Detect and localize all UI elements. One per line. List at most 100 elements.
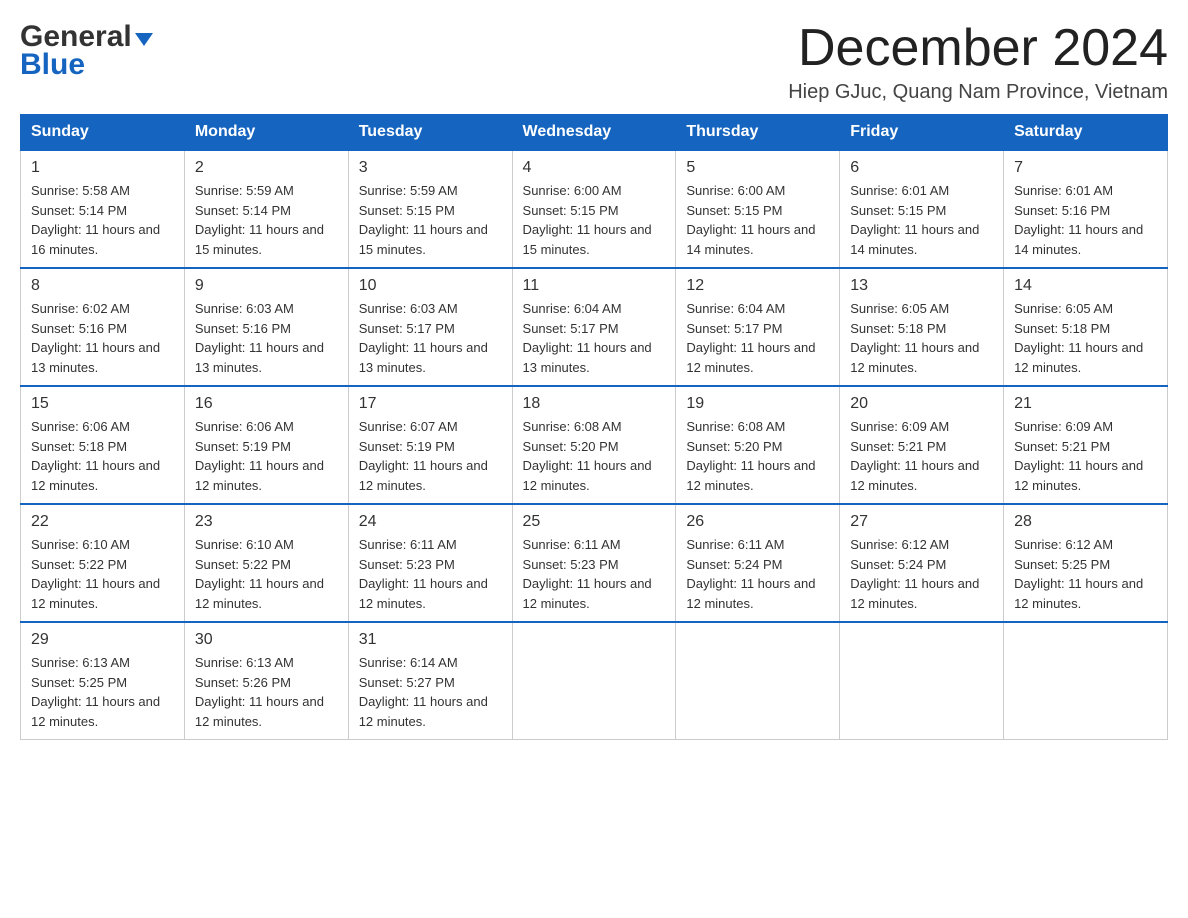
table-row: 4 Sunrise: 6:00 AM Sunset: 5:15 PM Dayli…: [512, 150, 676, 268]
day-info: Sunrise: 6:06 AM Sunset: 5:18 PM Dayligh…: [31, 417, 174, 495]
day-info: Sunrise: 6:03 AM Sunset: 5:16 PM Dayligh…: [195, 299, 338, 377]
header-thursday: Thursday: [676, 115, 840, 151]
day-number: 22: [31, 513, 174, 531]
table-row: [840, 622, 1004, 740]
day-number: 8: [31, 277, 174, 295]
day-number: 30: [195, 631, 338, 649]
day-info: Sunrise: 5:59 AM Sunset: 5:15 PM Dayligh…: [359, 181, 502, 259]
table-row: 15 Sunrise: 6:06 AM Sunset: 5:18 PM Dayl…: [21, 386, 185, 504]
day-number: 2: [195, 159, 338, 177]
table-row: 19 Sunrise: 6:08 AM Sunset: 5:20 PM Dayl…: [676, 386, 840, 504]
day-info: Sunrise: 6:08 AM Sunset: 5:20 PM Dayligh…: [686, 417, 829, 495]
table-row: 26 Sunrise: 6:11 AM Sunset: 5:24 PM Dayl…: [676, 504, 840, 622]
header-wednesday: Wednesday: [512, 115, 676, 151]
table-row: 23 Sunrise: 6:10 AM Sunset: 5:22 PM Dayl…: [184, 504, 348, 622]
day-number: 27: [850, 513, 993, 531]
table-row: 24 Sunrise: 6:11 AM Sunset: 5:23 PM Dayl…: [348, 504, 512, 622]
table-row: 3 Sunrise: 5:59 AM Sunset: 5:15 PM Dayli…: [348, 150, 512, 268]
month-title: December 2024: [788, 20, 1168, 77]
table-row: 28 Sunrise: 6:12 AM Sunset: 5:25 PM Dayl…: [1004, 504, 1168, 622]
table-row: [1004, 622, 1168, 740]
day-number: 26: [686, 513, 829, 531]
day-number: 18: [523, 395, 666, 413]
table-row: 7 Sunrise: 6:01 AM Sunset: 5:16 PM Dayli…: [1004, 150, 1168, 268]
day-info: Sunrise: 6:13 AM Sunset: 5:25 PM Dayligh…: [31, 653, 174, 731]
table-row: 25 Sunrise: 6:11 AM Sunset: 5:23 PM Dayl…: [512, 504, 676, 622]
header-friday: Friday: [840, 115, 1004, 151]
day-number: 12: [686, 277, 829, 295]
day-info: Sunrise: 6:07 AM Sunset: 5:19 PM Dayligh…: [359, 417, 502, 495]
day-number: 16: [195, 395, 338, 413]
table-row: [512, 622, 676, 740]
table-row: 6 Sunrise: 6:01 AM Sunset: 5:15 PM Dayli…: [840, 150, 1004, 268]
table-row: 16 Sunrise: 6:06 AM Sunset: 5:19 PM Dayl…: [184, 386, 348, 504]
day-number: 24: [359, 513, 502, 531]
table-row: 31 Sunrise: 6:14 AM Sunset: 5:27 PM Dayl…: [348, 622, 512, 740]
day-info: Sunrise: 6:05 AM Sunset: 5:18 PM Dayligh…: [1014, 299, 1157, 377]
day-info: Sunrise: 6:12 AM Sunset: 5:24 PM Dayligh…: [850, 535, 993, 613]
day-number: 19: [686, 395, 829, 413]
title-section: December 2024 Hiep GJuc, Quang Nam Provi…: [788, 20, 1168, 104]
table-row: 30 Sunrise: 6:13 AM Sunset: 5:26 PM Dayl…: [184, 622, 348, 740]
day-info: Sunrise: 6:13 AM Sunset: 5:26 PM Dayligh…: [195, 653, 338, 731]
logo-blue: Blue: [20, 48, 85, 82]
table-row: 20 Sunrise: 6:09 AM Sunset: 5:21 PM Dayl…: [840, 386, 1004, 504]
day-info: Sunrise: 6:03 AM Sunset: 5:17 PM Dayligh…: [359, 299, 502, 377]
day-info: Sunrise: 5:58 AM Sunset: 5:14 PM Dayligh…: [31, 181, 174, 259]
day-info: Sunrise: 6:04 AM Sunset: 5:17 PM Dayligh…: [686, 299, 829, 377]
day-info: Sunrise: 6:10 AM Sunset: 5:22 PM Dayligh…: [195, 535, 338, 613]
table-row: 9 Sunrise: 6:03 AM Sunset: 5:16 PM Dayli…: [184, 268, 348, 386]
day-number: 13: [850, 277, 993, 295]
header-saturday: Saturday: [1004, 115, 1168, 151]
table-row: 12 Sunrise: 6:04 AM Sunset: 5:17 PM Dayl…: [676, 268, 840, 386]
day-number: 17: [359, 395, 502, 413]
day-number: 20: [850, 395, 993, 413]
day-number: 10: [359, 277, 502, 295]
day-info: Sunrise: 6:00 AM Sunset: 5:15 PM Dayligh…: [686, 181, 829, 259]
calendar-week-row: 29 Sunrise: 6:13 AM Sunset: 5:25 PM Dayl…: [21, 622, 1168, 740]
logo: General Blue: [20, 20, 153, 82]
table-row: 17 Sunrise: 6:07 AM Sunset: 5:19 PM Dayl…: [348, 386, 512, 504]
day-number: 7: [1014, 159, 1157, 177]
table-row: 13 Sunrise: 6:05 AM Sunset: 5:18 PM Dayl…: [840, 268, 1004, 386]
calendar-week-row: 1 Sunrise: 5:58 AM Sunset: 5:14 PM Dayli…: [21, 150, 1168, 268]
day-info: Sunrise: 6:10 AM Sunset: 5:22 PM Dayligh…: [31, 535, 174, 613]
calendar-table: Sunday Monday Tuesday Wednesday Thursday…: [20, 114, 1168, 740]
day-info: Sunrise: 6:11 AM Sunset: 5:24 PM Dayligh…: [686, 535, 829, 613]
table-row: 27 Sunrise: 6:12 AM Sunset: 5:24 PM Dayl…: [840, 504, 1004, 622]
table-row: 8 Sunrise: 6:02 AM Sunset: 5:16 PM Dayli…: [21, 268, 185, 386]
day-number: 14: [1014, 277, 1157, 295]
location: Hiep GJuc, Quang Nam Province, Vietnam: [788, 81, 1168, 104]
table-row: 18 Sunrise: 6:08 AM Sunset: 5:20 PM Dayl…: [512, 386, 676, 504]
day-info: Sunrise: 6:01 AM Sunset: 5:15 PM Dayligh…: [850, 181, 993, 259]
day-info: Sunrise: 6:04 AM Sunset: 5:17 PM Dayligh…: [523, 299, 666, 377]
calendar-header-row: Sunday Monday Tuesday Wednesday Thursday…: [21, 115, 1168, 151]
day-number: 5: [686, 159, 829, 177]
table-row: 14 Sunrise: 6:05 AM Sunset: 5:18 PM Dayl…: [1004, 268, 1168, 386]
day-number: 15: [31, 395, 174, 413]
header-sunday: Sunday: [21, 115, 185, 151]
calendar-week-row: 22 Sunrise: 6:10 AM Sunset: 5:22 PM Dayl…: [21, 504, 1168, 622]
day-number: 23: [195, 513, 338, 531]
day-number: 21: [1014, 395, 1157, 413]
day-number: 9: [195, 277, 338, 295]
day-number: 3: [359, 159, 502, 177]
day-number: 11: [523, 277, 666, 295]
table-row: 21 Sunrise: 6:09 AM Sunset: 5:21 PM Dayl…: [1004, 386, 1168, 504]
table-row: 29 Sunrise: 6:13 AM Sunset: 5:25 PM Dayl…: [21, 622, 185, 740]
day-info: Sunrise: 6:01 AM Sunset: 5:16 PM Dayligh…: [1014, 181, 1157, 259]
day-number: 25: [523, 513, 666, 531]
day-number: 28: [1014, 513, 1157, 531]
day-info: Sunrise: 6:11 AM Sunset: 5:23 PM Dayligh…: [523, 535, 666, 613]
calendar-week-row: 15 Sunrise: 6:06 AM Sunset: 5:18 PM Dayl…: [21, 386, 1168, 504]
logo-triangle-icon: [135, 33, 153, 46]
day-info: Sunrise: 6:02 AM Sunset: 5:16 PM Dayligh…: [31, 299, 174, 377]
day-info: Sunrise: 6:06 AM Sunset: 5:19 PM Dayligh…: [195, 417, 338, 495]
day-number: 31: [359, 631, 502, 649]
day-number: 4: [523, 159, 666, 177]
table-row: 1 Sunrise: 5:58 AM Sunset: 5:14 PM Dayli…: [21, 150, 185, 268]
table-row: 10 Sunrise: 6:03 AM Sunset: 5:17 PM Dayl…: [348, 268, 512, 386]
page-header: General Blue December 2024 Hiep GJuc, Qu…: [20, 20, 1168, 104]
header-tuesday: Tuesday: [348, 115, 512, 151]
day-info: Sunrise: 6:11 AM Sunset: 5:23 PM Dayligh…: [359, 535, 502, 613]
